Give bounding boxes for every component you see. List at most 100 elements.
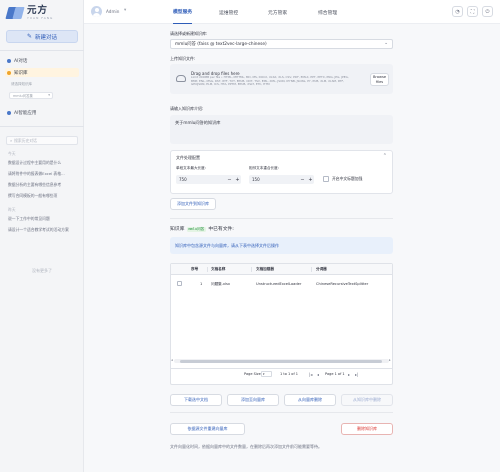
chevron-up-icon[interactable]: ⌃ — [383, 153, 387, 159]
chunk-size-value: 750 — [179, 177, 187, 182]
divider — [0, 50, 84, 51]
overlap-input[interactable]: 150 − + — [249, 175, 314, 184]
fullscreen-icon[interactable]: ⛶ — [467, 6, 478, 17]
next-page-icon[interactable]: ▸ — [348, 372, 350, 377]
chunk-size-input[interactable]: 750 − + — [176, 175, 241, 184]
increment-icon[interactable]: + — [307, 175, 314, 184]
prev-page-icon[interactable]: ◂ — [317, 372, 319, 377]
scroll-right-icon[interactable]: ▸ — [389, 358, 391, 362]
history-item[interactable]: 数据分析的主要有哪些信息参考 — [8, 182, 80, 188]
column-header[interactable]: 序号 — [191, 267, 198, 272]
row-loader: UnstructuredExcelLoader — [256, 281, 302, 286]
browse-files-button[interactable]: Browse files — [370, 73, 389, 86]
tab-management[interactable]: 综合管理 — [318, 0, 337, 24]
sidebar-item-ai-chat[interactable]: AI对话 — [5, 56, 79, 65]
sidebar-item-ai-apps[interactable]: AI智能应用 — [5, 108, 79, 117]
row-range: 1 to 1 of 1 — [280, 372, 299, 376]
increment-icon[interactable]: + — [234, 175, 241, 184]
search-icon: ⌕ — [10, 138, 13, 143]
table-row[interactable]: 1 问题集.xlsx UnstructuredExcelLoader Chine… — [171, 279, 392, 288]
logo-icon — [6, 5, 24, 21]
overlap-value: 150 — [252, 177, 260, 182]
apps-icon — [7, 110, 11, 115]
brand-name: 元方 — [27, 4, 49, 16]
bell-icon[interactable]: ◔ — [452, 6, 463, 17]
edit-icon: ✎ — [26, 33, 32, 40]
chevron-down-icon: ⌄ — [384, 41, 388, 46]
chevron-down-icon: ▾ — [48, 93, 50, 97]
kb-info-text: 知识库中包含源文件与向量库，请从下表中选择文件后操作 — [175, 242, 279, 248]
divider — [170, 218, 393, 219]
kb-title-prefix: 知识库 — [170, 227, 185, 232]
horizontal-scrollbar[interactable] — [174, 359, 389, 363]
sidebar-item-label: AI对话 — [14, 58, 28, 64]
file-dropzone[interactable]: Drag and drop files here Limit 200MB per… — [170, 64, 393, 94]
history-item[interactable]: 数据设计过程中主要用的是什么 — [8, 160, 80, 166]
file-config-expander: 文件处理配置 ⌃ 单段文本最大长度: 750 − + 相邻文本重合长度: 150… — [170, 150, 393, 194]
row-index: 1 — [200, 281, 203, 286]
kb-select-label: 请选择知识库 — [11, 82, 32, 86]
chevron-down-icon[interactable]: ▾ — [124, 8, 126, 13]
kb-intro-value: 关于mmlu问答的知识库 — [175, 120, 221, 125]
column-header[interactable]: 文档名称 — [211, 267, 225, 272]
username[interactable]: Admin — [106, 9, 119, 14]
history-item[interactable]: 请将附件中的报表做Excel 表格... — [8, 171, 80, 177]
delete-kb-button[interactable]: 删除知识库 — [341, 423, 393, 435]
history-item[interactable]: 说一下工作中的常见问题 — [8, 216, 80, 222]
kb-intro-textarea[interactable]: 关于mmlu问答的知识库 — [170, 115, 393, 144]
column-header[interactable]: 分词器 — [316, 267, 327, 272]
column-header[interactable]: 文档加载器 — [256, 267, 274, 272]
page-size-select[interactable]: ▾ — [261, 371, 272, 377]
intro-label: 请输入知识库介绍: — [170, 106, 204, 111]
first-page-icon[interactable]: |◂ — [309, 372, 312, 377]
divider — [170, 412, 393, 413]
scroll-left-icon[interactable]: ◂ — [171, 358, 173, 362]
avatar[interactable] — [91, 6, 102, 17]
column-separator — [207, 267, 208, 272]
decrement-icon[interactable]: − — [299, 175, 306, 184]
delete-from-kb-button[interactable]: 从知识库中删除 — [341, 394, 393, 406]
logout-icon[interactable]: ⏻ — [482, 6, 493, 17]
decrement-icon[interactable]: − — [226, 175, 233, 184]
divider — [0, 126, 84, 127]
file-config-title[interactable]: 文件处理配置 — [176, 155, 200, 161]
page-size-label: Page Size: — [244, 372, 262, 376]
app-root: 元方 YUAN FANG ✎ 新建对话 AI对话 知识库 请选择知识库 mmlu… — [0, 0, 500, 472]
tab-model-service[interactable]: 模型服务 — [173, 0, 193, 24]
row-splitter: ChineseRecursiveTextSplitter — [316, 281, 369, 286]
add-files-button[interactable]: 添加文件到知识库 — [170, 198, 216, 210]
brand-subtitle: YUAN FANG — [27, 15, 54, 20]
column-separator — [251, 267, 252, 272]
sidebar-item-knowledge-base[interactable]: 知识库 — [5, 68, 79, 77]
sidebar-item-label: 知识库 — [14, 70, 28, 76]
kb-select-value: mmlu问答 (faiss @ text2vec-large-chinese) — [175, 42, 267, 47]
vectorize-note: 文件向量化时间，依据向量库中的文件数量，在删除后再次添加文件前可能需要等待。 — [170, 444, 322, 449]
new-chat-button[interactable]: ✎ 新建对话 — [6, 30, 78, 43]
kb-info-alert: 知识库中包含源文件与向量库，请从下表中选择文件后操作 — [170, 237, 393, 254]
history-search-input[interactable]: ⌕ 搜索历史对话 — [6, 136, 78, 145]
history-item[interactable]: 撰写合同模板的一般有哪些项 — [8, 193, 80, 199]
download-selected-button[interactable]: 下载选中文档 — [170, 394, 222, 406]
dropzone-limits: Limit 200MB per file • HTML, MHTML, MD, … — [191, 75, 349, 87]
kb-select[interactable]: mmlu问答 (faiss @ text2vec-large-chinese) … — [170, 39, 393, 49]
cloud-upload-icon — [176, 75, 186, 82]
upload-label: 上传知识文件: — [170, 56, 196, 61]
row-doc-name: 问题集.xlsx — [211, 281, 231, 286]
add-to-vector-button[interactable]: 添加至向量库 — [227, 394, 279, 406]
scrollbar-thumb[interactable] — [180, 359, 382, 363]
delete-from-vector-button[interactable]: 从向量库删除 — [284, 394, 336, 406]
table-header: 序号 文档名称 文档加载器 分词器 — [171, 264, 392, 275]
rebuild-vector-button[interactable]: 依据源文件重建向量库 — [170, 423, 245, 435]
sidebar-item-label: AI智能应用 — [14, 110, 37, 116]
kb-files-title: 知识库 mmlu问答 中已有文件: — [170, 225, 234, 232]
column-separator — [311, 267, 312, 272]
history-item[interactable]: 请设计一个适合教学考试的活动方案 — [8, 227, 80, 233]
kb-title-suffix: 中已有文件: — [208, 227, 234, 232]
row-checkbox[interactable] — [177, 281, 182, 286]
tab-butler[interactable]: 元方管家 — [268, 0, 287, 24]
last-page-icon[interactable]: ▸| — [355, 372, 358, 377]
logo: 元方 YUAN FANG — [6, 5, 53, 21]
zh-title-checkbox[interactable] — [323, 176, 329, 182]
tab-ops[interactable]: 运维管控 — [219, 0, 238, 24]
sidebar-kb-select[interactable]: mmlu问答集 ▾ — [9, 92, 53, 99]
